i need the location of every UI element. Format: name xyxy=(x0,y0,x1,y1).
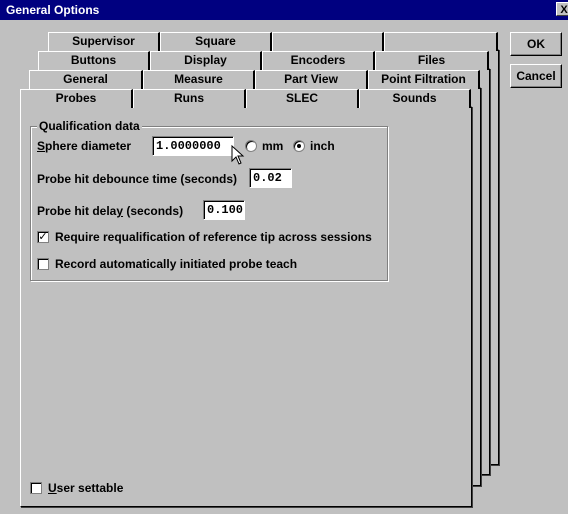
debounce-time-value: 0.02 xyxy=(253,171,282,185)
qualification-group-legend: Qualification data xyxy=(37,119,142,133)
cancel-button[interactable]: Cancel xyxy=(510,64,562,88)
check-mark-icon: ✓ xyxy=(38,230,48,243)
sphere-diameter-label: Sphere diameter xyxy=(37,139,131,153)
tab-sounds[interactable]: Sounds xyxy=(359,89,471,108)
unit-mm-radio[interactable] xyxy=(245,140,257,152)
tab-square[interactable]: Square xyxy=(160,32,272,51)
tab-probes[interactable]: Probes xyxy=(20,89,133,108)
tab-blank-1[interactable] xyxy=(272,32,384,51)
user-settable-checkbox[interactable] xyxy=(30,482,42,494)
tab-runs[interactable]: Runs xyxy=(133,89,246,108)
window-title: General Options xyxy=(6,3,100,17)
ok-button-label: OK xyxy=(527,37,545,51)
tab-label: Probes xyxy=(55,91,97,105)
tab-label: Square xyxy=(195,34,236,48)
tab-label: Point Filtration xyxy=(381,72,466,86)
tab-display[interactable]: Display xyxy=(150,51,262,70)
tab-label: Runs xyxy=(174,91,204,105)
unit-mm-label[interactable]: mm xyxy=(262,139,283,153)
close-icon: X xyxy=(560,4,568,16)
tab-general[interactable]: General xyxy=(29,70,143,89)
tab-measure[interactable]: Measure xyxy=(143,70,255,89)
requalify-checkbox[interactable]: ✓ xyxy=(37,231,49,243)
sphere-diameter-label-mnemonic: S xyxy=(37,139,46,153)
user-settable-label-rest: ser settable xyxy=(56,481,124,495)
user-settable-label-mnemonic: U xyxy=(48,481,57,495)
hit-delay-label-a: Probe hit dela xyxy=(37,204,117,218)
tab-files[interactable]: Files xyxy=(375,51,489,70)
unit-inch-label[interactable]: inch xyxy=(310,139,335,153)
tab-part-view[interactable]: Part View xyxy=(255,70,368,89)
tab-label: SLEC xyxy=(285,91,318,105)
tab-label: Buttons xyxy=(70,53,117,67)
debounce-time-input[interactable]: 0.02 xyxy=(249,168,292,188)
close-button[interactable]: X xyxy=(556,2,568,16)
tab-blank-2[interactable] xyxy=(384,32,498,51)
tab-slec[interactable]: SLEC xyxy=(246,89,359,108)
hit-delay-label-b: (seconds) xyxy=(123,204,184,218)
sphere-diameter-label-rest: phere diameter xyxy=(45,139,132,153)
hit-delay-value: 0.100 xyxy=(207,203,244,217)
unit-inch-radio[interactable] xyxy=(293,140,305,152)
hit-delay-input[interactable]: 0.100 xyxy=(203,200,245,220)
record-teach-checkbox[interactable] xyxy=(37,258,49,270)
tab-label: General xyxy=(63,72,108,86)
record-teach-label[interactable]: Record automatically initiated probe tea… xyxy=(55,257,297,271)
cancel-button-label: Cancel xyxy=(516,69,556,83)
tab-label: Display xyxy=(184,53,227,67)
tab-label: Part View xyxy=(284,72,338,86)
user-settable-label[interactable]: User settable xyxy=(48,481,123,495)
tab-label: Sounds xyxy=(392,91,437,105)
tab-label: Encoders xyxy=(290,53,346,67)
tab-supervisor[interactable]: Supervisor xyxy=(48,32,160,51)
tab-label: Supervisor xyxy=(72,34,135,48)
sphere-diameter-input[interactable]: 1.0000000 xyxy=(152,136,234,156)
hit-delay-label: Probe hit delay (seconds) xyxy=(37,204,183,218)
debounce-time-label: Probe hit debounce time (seconds) xyxy=(37,172,238,186)
ok-button[interactable]: OK xyxy=(510,32,562,56)
mouse-cursor-icon xyxy=(231,145,245,165)
tab-buttons[interactable]: Buttons xyxy=(38,51,150,70)
tab-point-filtration[interactable]: Point Filtration xyxy=(368,70,480,89)
title-bar: General Options X xyxy=(0,0,568,20)
tab-encoders[interactable]: Encoders xyxy=(262,51,375,70)
tab-label: Files xyxy=(417,53,446,67)
tab-label: Measure xyxy=(174,72,223,86)
sphere-diameter-value: 1.0000000 xyxy=(156,139,221,153)
requalify-label[interactable]: Require requalification of reference tip… xyxy=(55,230,372,244)
